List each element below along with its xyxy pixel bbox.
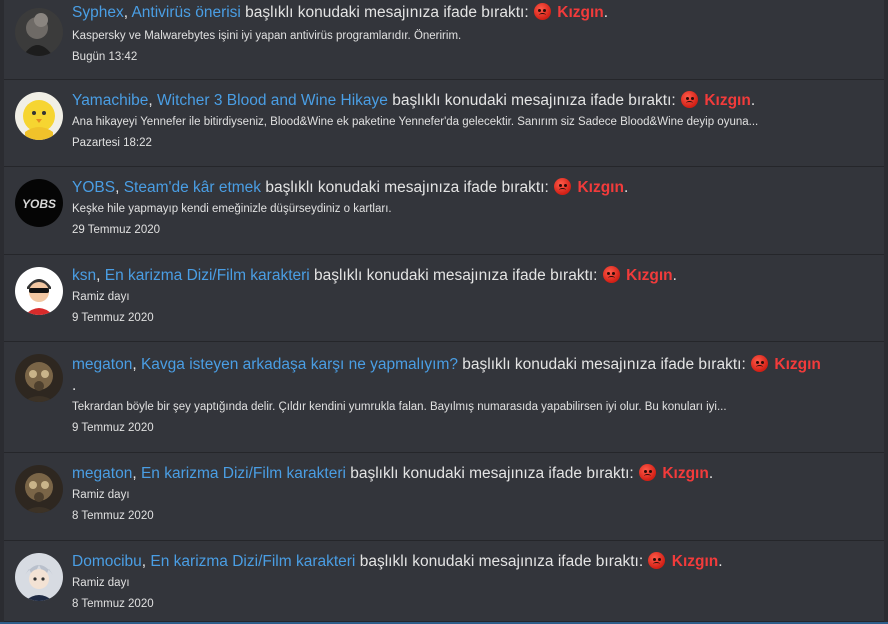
alert-end: . <box>672 267 677 284</box>
alert-snippet: Ramiz dayı <box>72 291 130 303</box>
alert-end: . <box>623 179 629 196</box>
angry-face-icon <box>648 552 666 569</box>
angry-face-icon <box>639 464 657 481</box>
alert-action-text: başlıklı konudaki mesajınıza ifade bırak… <box>387 92 680 109</box>
alert-time: Pazartesi 18:22 <box>72 137 152 149</box>
user-link[interactable]: YOBS <box>72 179 115 196</box>
alert-time: 8 Temmuz 2020 <box>72 598 154 610</box>
angry-face-icon <box>751 355 769 372</box>
thread-link[interactable]: En karizma Dizi/Film karakteri <box>150 553 355 570</box>
alert-item[interactable]: Yamachibe, Witcher 3 Blood and Wine Hika… <box>4 80 884 167</box>
thread-link[interactable]: En karizma Dizi/Film karakteri <box>141 465 346 482</box>
alert-item[interactable]: Syphex, Antivirüs önerisi başlıklı konud… <box>4 0 884 80</box>
alert-action-text: başlıklı konudaki mesajınıza ifade bırak… <box>240 4 533 21</box>
alert-snippet: Keşke hile yapmayıp kendi emeğinizle düş… <box>72 203 392 215</box>
reaction-label: Kızgın <box>774 356 821 373</box>
anime-boy-avatar[interactable] <box>15 553 63 601</box>
user-link[interactable]: Yamachibe <box>72 92 148 109</box>
alert-item[interactable]: ksn, En karizma Dizi/Film karakteri başl… <box>4 255 884 342</box>
thread-link[interactable]: En karizma Dizi/Film karakteri <box>105 267 310 284</box>
alert-action-text: başlıklı konudaki mesajınıza ifade bırak… <box>345 465 639 482</box>
alert-time: 29 Temmuz 2020 <box>72 224 161 236</box>
alert-end: . <box>750 92 756 109</box>
thread-link[interactable]: Steam'de kâr etmek <box>124 179 261 196</box>
alert-action-text: başlıklı konudaki mesajınıza ifade bırak… <box>309 267 602 284</box>
alert-snippet: Ana hikayeyi Yennefer ile bitirdiyseniz,… <box>72 116 759 128</box>
alert-action-text: başlıklı konudaki mesajınıza ifade bırak… <box>458 356 751 373</box>
thread-link[interactable]: Antivirüs önerisi <box>131 4 240 21</box>
thread-link[interactable]: Kavga isteyen arkadaşa karşı ne yapmalıy… <box>141 356 458 373</box>
svg-text:YOBS: YOBS <box>22 197 56 211</box>
angry-face-icon <box>533 3 551 20</box>
alert-time: Bugün 13:42 <box>72 51 138 63</box>
reaction-label: Kızgın <box>704 92 751 109</box>
alert-action-text: başlıklı konudaki mesajınıza ifade bırak… <box>261 179 554 196</box>
alert-text: megaton, Kavga isteyen arkadaşa karşı ne… <box>72 355 821 394</box>
user-link[interactable]: megaton <box>72 356 132 373</box>
angry-face-icon <box>554 178 572 195</box>
alert-snippet: Kaspersky ve Malwarebytes işini iyi yapa… <box>72 30 462 42</box>
scroll-gutter <box>884 0 888 624</box>
alert-snippet: Tekrardan böyle bir şey yaptığında delir… <box>72 401 727 413</box>
gasmask-avatar[interactable] <box>15 465 63 513</box>
alert-time: 9 Temmuz 2020 <box>72 312 154 324</box>
angry-face-icon <box>681 91 698 108</box>
user-link[interactable]: megaton <box>72 465 132 482</box>
yellow-chick-avatar[interactable] <box>15 92 63 140</box>
dark-figure-avatar[interactable] <box>15 8 63 56</box>
yobs-logo-avatar[interactable]: YOBS <box>15 179 63 227</box>
alert-action-text: başlıklı konudaki mesajınıza ifade bırak… <box>355 553 648 570</box>
alert-text: Syphex, Antivirüs önerisi başlıklı konud… <box>72 3 609 21</box>
user-link[interactable]: Syphex <box>72 4 124 21</box>
alert-snippet: Ramiz dayı <box>72 577 130 589</box>
alert-text: megaton, En karizma Dizi/Film karakteri … <box>72 464 714 482</box>
user-link[interactable]: Domocibu <box>72 553 142 570</box>
alert-text: YOBS, Steam'de kâr etmek başlıklı konuda… <box>72 178 629 196</box>
cartoon-man-avatar[interactable] <box>15 267 63 315</box>
alert-text: Domocibu, En karizma Dizi/Film karakteri… <box>72 552 723 570</box>
alert-end: . <box>718 553 723 570</box>
reaction-label: Kızgın <box>626 267 673 284</box>
reaction-label: Kızgın <box>557 4 604 21</box>
alert-time: 8 Temmuz 2020 <box>72 510 154 522</box>
alert-end: . <box>708 465 714 482</box>
thread-link[interactable]: Witcher 3 Blood and Wine Hikaye <box>157 92 388 109</box>
gasmask-avatar[interactable] <box>15 354 63 402</box>
alert-item[interactable]: YOBS YOBS, Steam'de kâr etmek başlıklı k… <box>4 167 884 255</box>
reaction-label: Kızgın <box>577 179 624 196</box>
alert-text: Yamachibe, Witcher 3 Blood and Wine Hika… <box>72 91 756 109</box>
user-link[interactable]: ksn <box>72 267 96 284</box>
angry-face-icon <box>602 266 620 283</box>
alert-item[interactable]: megaton, En karizma Dizi/Film karakteri … <box>4 453 884 541</box>
alert-item[interactable]: megaton, Kavga isteyen arkadaşa karşı ne… <box>4 342 884 453</box>
reaction-label: Kızgın <box>671 553 719 570</box>
alert-time: 9 Temmuz 2020 <box>72 422 154 434</box>
alert-snippet: Ramiz dayı <box>72 489 130 501</box>
reaction-label: Kızgın <box>662 465 709 482</box>
alert-text: ksn, En karizma Dizi/Film karakteri başl… <box>72 266 677 284</box>
alert-end: . <box>72 377 77 394</box>
alert-item[interactable]: Domocibu, En karizma Dizi/Film karakteri… <box>4 541 884 622</box>
alert-end: . <box>603 4 609 21</box>
